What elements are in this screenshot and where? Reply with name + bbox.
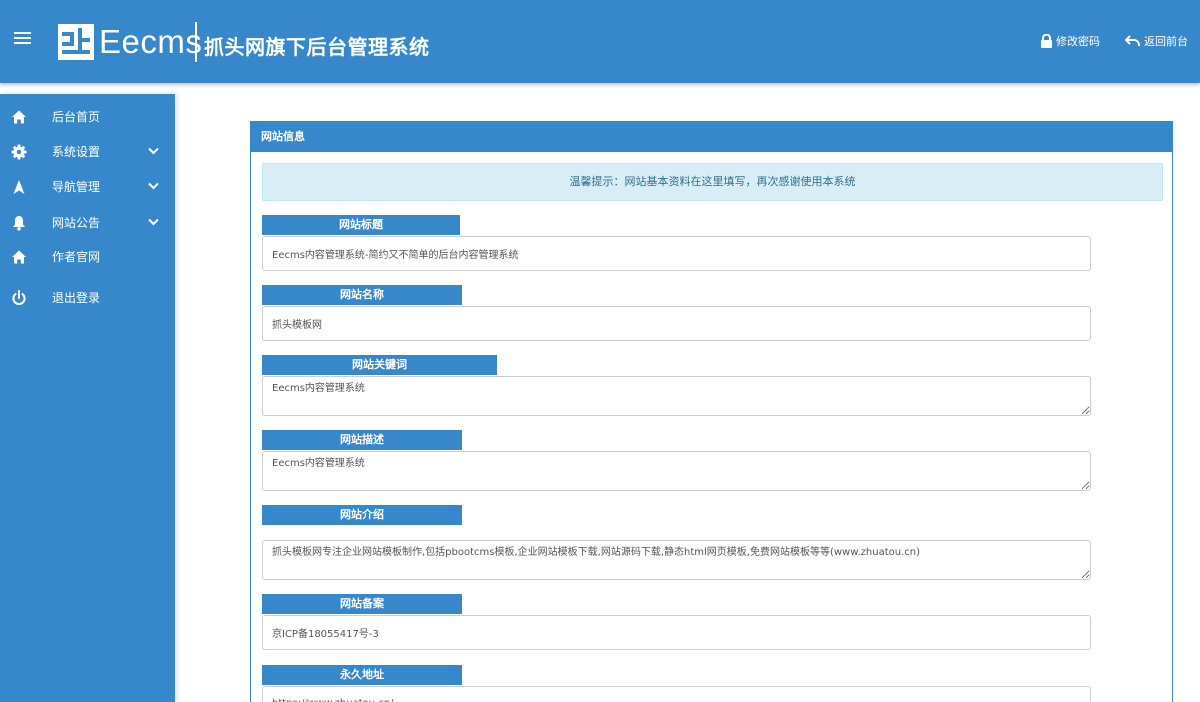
lock-icon <box>1041 33 1052 48</box>
gear-icon <box>11 144 27 160</box>
home-icon <box>12 250 26 264</box>
field-label-permanent-url: 永久地址 <box>262 665 462 685</box>
sidebar-item-label: 系统设置 <box>52 145 101 159</box>
keywords-textarea[interactable]: Eecms内容管理系统 <box>262 376 1091 416</box>
site-name-input[interactable] <box>262 306 1091 341</box>
sidebar-item-label: 作者官网 <box>52 250 101 264</box>
sidebar-item-dashboard[interactable]: 后台首页 <box>0 102 175 132</box>
sidebar-item-label: 导航管理 <box>52 180 101 194</box>
logo-divider <box>195 22 197 62</box>
undo-icon <box>1125 35 1140 46</box>
chevron-down-icon <box>148 218 159 226</box>
top-bar: Eecms 抓头网旗下后台管理系统 修改密码 返回前台 <box>0 0 1200 83</box>
site-title-input[interactable] <box>262 236 1091 271</box>
menu-toggle-icon[interactable] <box>14 32 31 46</box>
site-title: 抓头网旗下后台管理系统 <box>204 35 430 59</box>
bell-icon <box>13 216 25 231</box>
sidebar-item-system-settings[interactable]: 系统设置 <box>0 137 175 167</box>
introduction-textarea[interactable]: 抓头模板网专注企业网站模板制作,包括pbootcms模板,企业网站模板下载,网站… <box>262 540 1091 580</box>
chevron-down-icon <box>148 147 159 155</box>
field-label-introduction: 网站介绍 <box>262 505 462 525</box>
change-password-label: 修改密码 <box>1056 35 1100 48</box>
home-icon <box>12 110 26 124</box>
sidebar-item-author-site[interactable]: 作者官网 <box>0 242 175 272</box>
sidebar-item-label: 退出登录 <box>52 291 101 305</box>
back-to-front-label: 返回前台 <box>1144 35 1188 48</box>
back-to-front-link[interactable]: 返回前台 <box>1125 33 1188 49</box>
navigation-icon <box>13 180 25 194</box>
logo-text: Eecms <box>99 23 203 60</box>
sidebar-item-announcements[interactable]: 网站公告 <box>0 208 175 238</box>
sidebar-item-navigation[interactable]: 导航管理 <box>0 172 175 202</box>
field-label-icp: 网站备案 <box>262 594 462 614</box>
sidebar-item-label: 网站公告 <box>52 216 101 230</box>
field-label-description: 网站描述 <box>262 430 462 450</box>
power-icon <box>12 290 26 305</box>
site-info-panel: 网站信息 温馨提示：网站基本资料在这里填写，再次感谢使用本系统 网站标题 网站名… <box>250 121 1173 702</box>
logo-mark-icon <box>58 24 94 60</box>
tip-alert: 温馨提示：网站基本资料在这里填写，再次感谢使用本系统 <box>262 163 1163 201</box>
field-label-keywords: 网站关键词 <box>262 355 497 375</box>
sidebar-item-label: 后台首页 <box>52 110 101 124</box>
permanent-url-input[interactable] <box>262 686 1091 702</box>
sidebar-item-logout[interactable]: 退出登录 <box>0 283 175 313</box>
chevron-down-icon <box>148 182 159 190</box>
field-label-site-title: 网站标题 <box>262 215 460 235</box>
change-password-link[interactable]: 修改密码 <box>1040 33 1100 49</box>
field-label-site-name: 网站名称 <box>262 285 462 305</box>
panel-title: 网站信息 <box>251 122 1172 152</box>
description-textarea[interactable]: Eecms内容管理系统 <box>262 451 1091 491</box>
sidebar: 后台首页 系统设置 导航管理 网站公告 作者官网 退出登录 <box>0 94 175 702</box>
icp-input[interactable] <box>262 615 1091 650</box>
